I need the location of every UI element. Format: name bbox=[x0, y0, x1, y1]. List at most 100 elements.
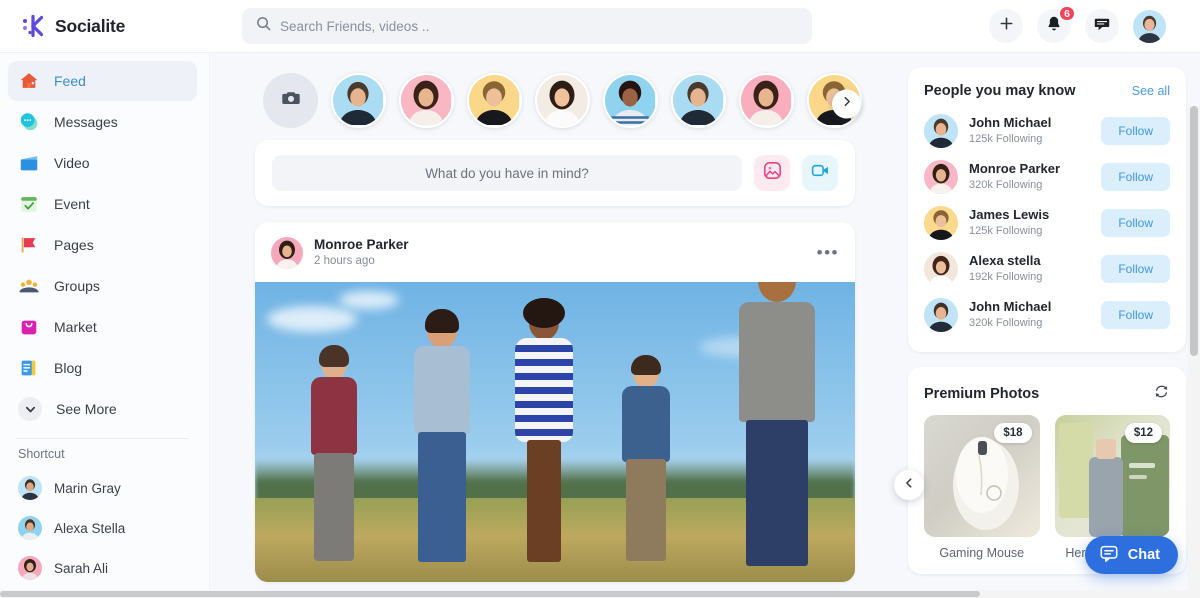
brand[interactable]: Socialite bbox=[20, 13, 230, 39]
calendar-check-icon bbox=[18, 193, 40, 215]
photo-person bbox=[507, 297, 581, 564]
sidebar-item-video[interactable]: Video bbox=[8, 143, 197, 183]
post-image[interactable] bbox=[255, 281, 855, 582]
app-body: Feed Messages Video Event Pages Groups M… bbox=[0, 53, 1200, 598]
post-header: Monroe Parker 2 hours ago ••• bbox=[255, 222, 855, 282]
panel-title: Premium Photos bbox=[924, 386, 1040, 402]
chat-bubble-icon bbox=[1099, 543, 1119, 568]
add-button[interactable] bbox=[989, 9, 1023, 43]
sidebar-item-groups[interactable]: Groups bbox=[8, 266, 197, 306]
home-icon bbox=[18, 70, 40, 92]
chevron-left-icon bbox=[903, 476, 915, 494]
person-meta: 192k Following bbox=[969, 271, 1043, 284]
follow-button[interactable]: Follow bbox=[1101, 163, 1170, 191]
shortcut-item-marin-gray[interactable]: Marin Gray bbox=[8, 468, 197, 508]
product-price: $18 bbox=[994, 423, 1032, 443]
story-item[interactable] bbox=[467, 73, 522, 128]
add-photo-button[interactable] bbox=[754, 155, 790, 191]
notification-badge: 6 bbox=[1058, 5, 1076, 22]
sidebar-item-label: Event bbox=[54, 196, 90, 212]
story-item[interactable] bbox=[535, 73, 590, 128]
follow-button[interactable]: Follow bbox=[1101, 301, 1170, 329]
socialite-logo-icon bbox=[20, 13, 46, 39]
horizontal-scrollbar-thumb[interactable] bbox=[0, 591, 980, 597]
vertical-scrollbar[interactable] bbox=[1188, 106, 1200, 598]
story-item[interactable] bbox=[331, 73, 386, 128]
person-name: John Michael bbox=[969, 115, 1052, 131]
panel-header: People you may know See all bbox=[924, 83, 1170, 99]
stories-next-button[interactable] bbox=[832, 89, 861, 118]
story-item[interactable] bbox=[603, 73, 658, 128]
product-card[interactable]: $18 Gaming Mouse bbox=[924, 415, 1040, 560]
avatar[interactable] bbox=[924, 114, 958, 148]
avatar[interactable] bbox=[924, 206, 958, 240]
avatar[interactable] bbox=[271, 236, 303, 269]
person-meta: 320k Following bbox=[969, 179, 1043, 192]
photo-person bbox=[303, 344, 365, 564]
chat-icon bbox=[18, 111, 40, 133]
follow-button[interactable]: Follow bbox=[1101, 117, 1170, 145]
photo-cloud bbox=[267, 305, 357, 332]
refresh-button[interactable] bbox=[1153, 383, 1170, 405]
post-composer: What do you have in mind? bbox=[255, 140, 855, 206]
person-name: John Michael bbox=[969, 299, 1052, 315]
photo-person bbox=[405, 308, 479, 564]
horizontal-scrollbar[interactable] bbox=[0, 590, 1188, 598]
profile-avatar[interactable] bbox=[1133, 9, 1166, 43]
messages-button[interactable] bbox=[1085, 9, 1119, 43]
sidebar-item-label: Blog bbox=[54, 360, 83, 376]
search-input[interactable] bbox=[280, 18, 798, 34]
sidebar-item-feed[interactable]: Feed bbox=[8, 61, 197, 101]
vertical-scrollbar-thumb[interactable] bbox=[1190, 106, 1198, 356]
products-prev-button[interactable] bbox=[894, 470, 924, 500]
person-info: James Lewis 125k Following bbox=[969, 206, 1049, 240]
person-meta: 125k Following bbox=[969, 225, 1043, 238]
sidebar-item-blog[interactable]: Blog bbox=[8, 348, 197, 388]
photo-person bbox=[729, 281, 825, 566]
sidebar-item-label: Groups bbox=[54, 278, 100, 294]
add-story-button[interactable] bbox=[263, 73, 318, 128]
sidebar-item-event[interactable]: Event bbox=[8, 184, 197, 224]
add-video-button[interactable] bbox=[802, 155, 838, 191]
notifications-button[interactable]: 6 bbox=[1037, 5, 1076, 43]
feed-inner: What do you have in mind? Monroe Parker … bbox=[255, 67, 862, 582]
see-all-link[interactable]: See all bbox=[1132, 84, 1170, 98]
feed-column: What do you have in mind? Monroe Parker … bbox=[210, 53, 900, 598]
shortcut-heading: Shortcut bbox=[18, 447, 65, 461]
top-header: Socialite Search Friends, videos .. 6 bbox=[0, 0, 1200, 53]
search-icon bbox=[256, 16, 271, 36]
stories-row bbox=[255, 67, 862, 140]
person-suggestion-row: Alexa stella 192k Following Follow bbox=[924, 246, 1170, 292]
flag-icon bbox=[18, 234, 40, 256]
sidebar-item-see-more[interactable]: See More bbox=[8, 389, 197, 429]
person-name: Monroe Parker bbox=[969, 161, 1061, 177]
avatar[interactable] bbox=[924, 160, 958, 194]
camera-icon bbox=[280, 87, 302, 114]
story-item[interactable] bbox=[739, 73, 794, 128]
plus-icon bbox=[998, 15, 1015, 37]
sidebar-item-messages[interactable]: Messages bbox=[8, 102, 197, 142]
person-info: John Michael 125k Following bbox=[969, 114, 1051, 148]
shortcut-item-sarah-ali[interactable]: Sarah Ali bbox=[8, 548, 197, 588]
shortcut-item-alexa-stella[interactable]: Alexa Stella bbox=[8, 508, 197, 548]
sidebar-item-market[interactable]: Market bbox=[8, 307, 197, 347]
video-camera-icon bbox=[810, 160, 831, 186]
sidebar-item-label: Messages bbox=[54, 114, 118, 130]
follow-button[interactable]: Follow bbox=[1101, 209, 1170, 237]
follow-button[interactable]: Follow bbox=[1101, 255, 1170, 283]
search-box[interactable] bbox=[242, 8, 812, 44]
person-info: Monroe Parker 320k Following bbox=[969, 160, 1060, 194]
story-item[interactable] bbox=[671, 73, 726, 128]
avatar[interactable] bbox=[924, 252, 958, 286]
post-more-button[interactable]: ••• bbox=[817, 244, 839, 261]
chat-widget-button[interactable]: Chat bbox=[1084, 536, 1178, 574]
sidebar-item-pages[interactable]: Pages bbox=[8, 225, 197, 265]
avatar bbox=[18, 516, 42, 540]
person-suggestion-row: John Michael 125k Following Follow bbox=[924, 108, 1170, 154]
header-actions: 6 bbox=[989, 5, 1182, 43]
person-meta: 320k Following bbox=[969, 317, 1043, 330]
composer-input[interactable]: What do you have in mind? bbox=[272, 155, 742, 191]
sidebar-item-label: Video bbox=[54, 155, 90, 171]
avatar[interactable] bbox=[924, 298, 958, 332]
story-item[interactable] bbox=[399, 73, 454, 128]
